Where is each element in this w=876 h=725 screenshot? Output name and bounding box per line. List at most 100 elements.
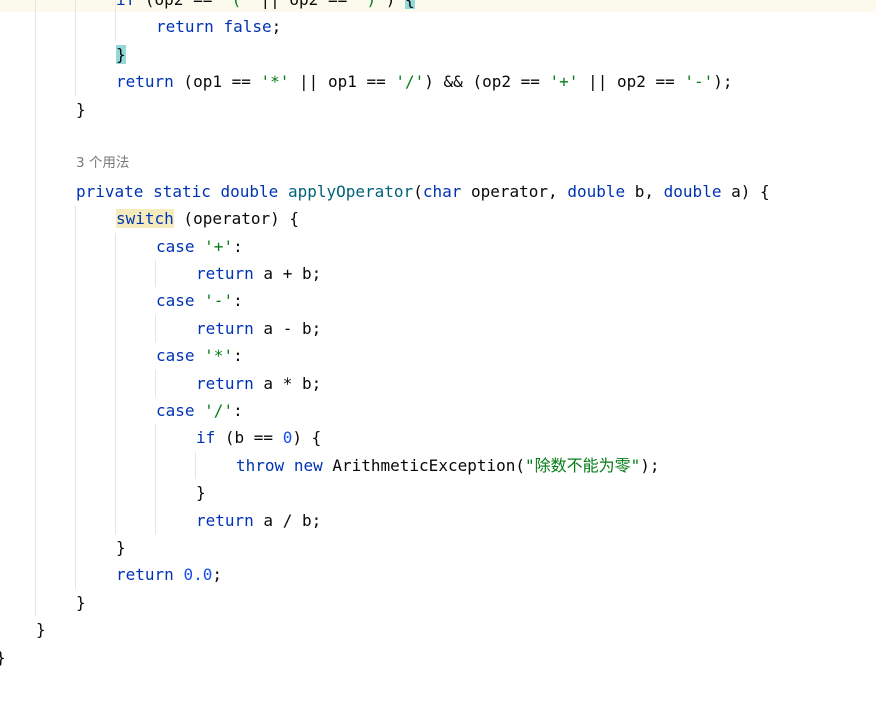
- code-token: (: [413, 181, 423, 201]
- code-token: '/': [204, 401, 234, 420]
- code-token: a - b;: [253, 318, 322, 338]
- code-line[interactable]: }: [76, 96, 86, 123]
- code-token: return: [196, 264, 254, 283]
- code-token: 0: [282, 428, 293, 448]
- code-token: b,: [625, 181, 664, 201]
- code-token: case: [156, 401, 195, 420]
- code-token: a / b;: [253, 510, 322, 530]
- code-editor[interactable]: if (op2 == '(' || op2 == ')') {return fa…: [0, 0, 876, 725]
- code-token: return: [196, 318, 254, 338]
- code-token: if: [196, 428, 216, 448]
- code-token: || op1 ==: [289, 72, 396, 92]
- highlighted-keyword: switch: [116, 209, 174, 229]
- code-token: return: [116, 565, 174, 585]
- code-token: );: [640, 455, 660, 475]
- code-token: ;: [271, 17, 282, 37]
- code-token: static: [153, 181, 211, 201]
- code-token: a * b;: [253, 373, 322, 393]
- code-line[interactable]: }: [196, 479, 206, 506]
- code-line[interactable]: return (op1 == '*' || op1 == '/') && (op…: [116, 68, 733, 95]
- code-token: }: [196, 483, 206, 503]
- code-line[interactable]: return a + b;: [196, 260, 321, 287]
- code-token: '-': [684, 72, 714, 92]
- code-token: return: [196, 510, 254, 530]
- code-token: '-': [204, 291, 234, 311]
- code-token: ): [386, 0, 405, 9]
- code-token: :: [233, 401, 243, 420]
- code-token: case: [156, 236, 195, 256]
- code-line[interactable]: return a / b;: [196, 507, 321, 534]
- code-token: throw: [236, 455, 285, 475]
- indent-guide: [155, 260, 156, 288]
- code-token: false: [223, 17, 272, 37]
- code-line[interactable]: }: [36, 616, 46, 643]
- code-token: a) {: [721, 181, 770, 201]
- usage-hint[interactable]: 3 个用法: [76, 150, 129, 177]
- code-line[interactable]: }: [0, 644, 6, 671]
- matched-brace: }: [116, 44, 126, 64]
- code-token: 3 个用法: [76, 155, 130, 172]
- code-line[interactable]: if (b == 0) {: [196, 424, 321, 451]
- code-line[interactable]: return 0.0;: [116, 561, 222, 588]
- code-line[interactable]: return false;: [156, 13, 281, 40]
- code-token: 0.0: [183, 565, 213, 585]
- code-line[interactable]: case '*':: [156, 342, 243, 369]
- code-token: }: [0, 648, 6, 667]
- code-token: private: [76, 181, 144, 201]
- code-token: );: [713, 72, 733, 92]
- code-line[interactable]: if (op2 == '(' || op2 == ')') {: [116, 0, 415, 13]
- code-line[interactable]: return a - b;: [196, 315, 321, 342]
- code-line[interactable]: switch (operator) {: [116, 205, 299, 232]
- code-token: || op2 ==: [251, 0, 357, 9]
- code-line[interactable]: case '/':: [156, 397, 243, 424]
- code-token: (operator) {: [173, 209, 300, 229]
- code-token: double: [663, 181, 722, 201]
- indent-guide: [75, 0, 76, 96]
- code-token: "除数不能为零": [525, 455, 641, 475]
- code-token: }: [76, 592, 86, 612]
- matched-brace: {: [405, 0, 415, 9]
- code-token: || op2 ==: [578, 72, 685, 92]
- code-line[interactable]: return a * b;: [196, 370, 321, 397]
- code-token: applyOperator: [287, 181, 414, 201]
- code-token: '(': [222, 0, 251, 9]
- code-token: new: [293, 455, 323, 475]
- code-token: double: [567, 181, 626, 201]
- code-token: return: [196, 373, 254, 393]
- code-token: '*': [204, 346, 234, 366]
- code-token: }: [76, 99, 86, 119]
- code-line[interactable]: case '-':: [156, 287, 243, 314]
- code-line[interactable]: }: [76, 589, 86, 616]
- code-token: '*': [260, 72, 290, 92]
- code-line[interactable]: case '+':: [156, 233, 243, 260]
- code-token: if: [116, 0, 135, 9]
- code-token: double: [220, 181, 279, 201]
- indent-guide: [155, 314, 156, 343]
- code-token: :: [233, 236, 243, 256]
- code-line[interactable]: }: [116, 534, 126, 561]
- code-token: (op1 ==: [173, 72, 261, 92]
- code-token: ')': [357, 0, 386, 9]
- code-token: '+': [549, 72, 579, 92]
- code-token: case: [156, 346, 195, 366]
- code-line[interactable]: throw new ArithmeticException("除数不能为零");: [236, 452, 660, 479]
- code-token: return: [156, 17, 214, 37]
- code-token: return: [116, 72, 174, 92]
- code-token: case: [156, 291, 195, 311]
- code-line[interactable]: private static double applyOperator(char…: [76, 178, 770, 205]
- code-token: ) && (op2 ==: [424, 72, 550, 92]
- indent-guide: [115, 232, 116, 534]
- code-token: '/': [395, 72, 425, 92]
- code-token: ;: [212, 565, 222, 585]
- code-token: ) {: [292, 428, 322, 448]
- code-token: }: [116, 538, 126, 557]
- code-token: :: [233, 291, 243, 311]
- indent-guide: [155, 424, 156, 534]
- code-token: }: [36, 620, 46, 640]
- code-line[interactable]: }: [116, 41, 126, 68]
